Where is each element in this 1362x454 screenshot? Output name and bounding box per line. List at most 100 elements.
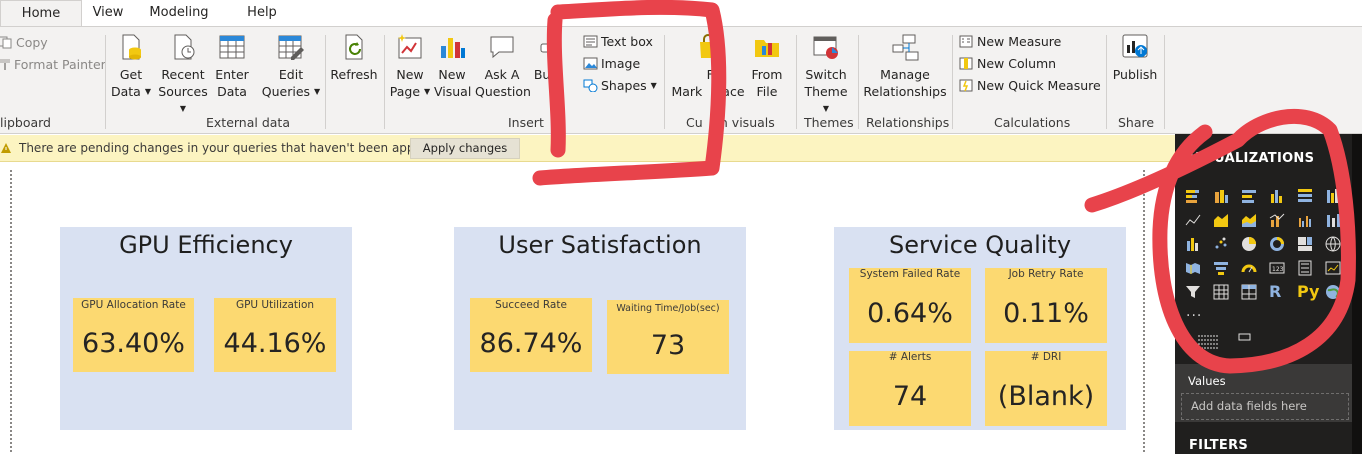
from-marketplace-button[interactable]: Fro Mark ace — [670, 33, 746, 100]
ribbon-separator — [105, 35, 106, 129]
tab-home[interactable]: Home — [0, 0, 82, 26]
refresh-button[interactable]: Refresh — [328, 33, 380, 83]
buttons-button[interactable]: Butt — [532, 33, 562, 83]
gpu-efficiency-panel[interactable]: GPU Efficiency GPU Allocation Rate 63.40… — [60, 227, 352, 430]
ribbon-separator — [1106, 35, 1107, 129]
table-icon[interactable] — [1213, 284, 1229, 300]
format-paint-roller-icon[interactable] — [1237, 332, 1253, 348]
tab-help[interactable]: Help — [240, 0, 284, 26]
new-page-button[interactable]: New Page ▼ — [388, 33, 432, 100]
card-label: System Failed Rate — [859, 268, 961, 280]
card-label: GPU Utilization — [235, 299, 315, 311]
arcgis-map-icon[interactable] — [1325, 284, 1341, 300]
new-column-button[interactable]: New Column — [959, 54, 1056, 74]
pending-changes-bar: There are pending changes in your querie… — [0, 135, 1175, 162]
kpi-card[interactable]: # Alerts 74 — [849, 351, 971, 426]
kpi-icon[interactable] — [1325, 260, 1341, 276]
from-marketplace-label-1: Fro — [706, 67, 726, 82]
clustered-column-icon[interactable] — [1297, 188, 1313, 204]
get-data-button[interactable]: Get Data ▼ — [111, 33, 151, 100]
waterfall-icon[interactable] — [1185, 236, 1201, 252]
card-icon[interactable]: 123 — [1269, 260, 1285, 276]
stacked-bar-icon[interactable] — [1185, 188, 1201, 204]
area-icon[interactable] — [1213, 212, 1229, 228]
funnel-icon[interactable] — [1213, 260, 1229, 276]
kpi-card[interactable]: Job Retry Rate 0.11% — [985, 268, 1107, 343]
edit-queries-button[interactable]: Edit Queries ▼ — [261, 33, 321, 100]
stacked-column-icon[interactable] — [1269, 188, 1285, 204]
format-painter-button[interactable]: Format Painter — [0, 55, 106, 75]
from-marketplace-label-2: Mark — [671, 84, 703, 99]
switch-theme-button[interactable]: Switch Theme ▼ — [800, 33, 852, 117]
report-canvas[interactable]: GPU Efficiency GPU Allocation Rate 63.40… — [0, 162, 1175, 454]
filters-header[interactable]: FILTERS — [1189, 438, 1248, 453]
copy-button[interactable]: Copy — [0, 33, 48, 53]
donut-icon[interactable] — [1269, 236, 1285, 252]
collapse-pane-icon[interactable]: › — [1337, 149, 1342, 164]
from-file-button[interactable]: From File — [750, 33, 784, 100]
manage-relationships-button[interactable]: Manage Relationships — [863, 33, 947, 100]
new-column-label: New Column — [977, 56, 1057, 71]
user-satisfaction-panel[interactable]: User Satisfaction Succeed Rate 86.74% Wa… — [454, 227, 746, 430]
quick-measure-icon — [959, 79, 973, 92]
card-value: 74 — [892, 381, 928, 412]
card-value: 0.11% — [1003, 298, 1089, 329]
text-box-button[interactable]: Text box — [583, 32, 653, 52]
map-icon[interactable] — [1325, 236, 1341, 252]
add-data-fields-dropzone[interactable]: Add data fields here — [1181, 393, 1349, 420]
enter-data-label-2: Data — [217, 84, 247, 99]
more-visuals-icon[interactable]: ... — [1186, 304, 1202, 320]
share-group-label: Share — [1118, 115, 1155, 130]
slicer-icon[interactable] — [1185, 284, 1201, 300]
relationships-group-label: Relationships — [866, 115, 950, 130]
home-ribbon: Copy Format Painter lipboard Get Data ▼ … — [0, 26, 1362, 134]
recent-sources-button[interactable]: Recent Sources ▼ — [155, 33, 211, 117]
ask-a-question-button[interactable]: Ask A Question — [475, 33, 531, 100]
svg-text:123: 123 — [1272, 266, 1284, 273]
multi-row-card-icon[interactable] — [1297, 260, 1313, 276]
scatter-icon[interactable] — [1213, 236, 1229, 252]
line-column-icon[interactable] — [1269, 212, 1285, 228]
matrix-icon[interactable] — [1241, 284, 1257, 300]
gauge-icon[interactable] — [1241, 260, 1257, 276]
tab-modeling[interactable]: Modeling — [141, 0, 217, 26]
image-button[interactable]: Image — [583, 54, 640, 74]
tab-view[interactable]: View — [86, 0, 130, 26]
format-painter-icon — [0, 59, 10, 70]
treemap-icon[interactable] — [1297, 236, 1313, 252]
dropdown-caret-icon: ▼ — [179, 104, 187, 113]
filled-map-icon[interactable] — [1185, 260, 1201, 276]
kpi-card[interactable]: Succeed Rate 86.74% — [470, 298, 592, 372]
pie-icon[interactable] — [1241, 236, 1257, 252]
r-visual-icon[interactable]: R — [1269, 284, 1281, 300]
kpi-card[interactable]: Waiting Time/Job(sec) 73 — [607, 300, 729, 374]
ribbon-separator — [325, 35, 326, 129]
ribbon-icon[interactable] — [1325, 212, 1341, 228]
100-column-icon[interactable] — [1325, 188, 1341, 204]
kpi-card[interactable]: System Failed Rate 0.64% — [849, 268, 971, 343]
enter-data-button[interactable]: Enter Data — [213, 33, 251, 100]
publish-button[interactable]: Publish — [1111, 33, 1159, 83]
clustered-bar-icon[interactable] — [1213, 188, 1229, 204]
kpi-card[interactable]: GPU Utilization 44.16% — [214, 298, 336, 372]
calculator-icon — [959, 35, 973, 48]
text-box-icon — [583, 35, 598, 48]
new-quick-measure-button[interactable]: New Quick Measure — [959, 76, 1101, 96]
stacked-area-icon[interactable] — [1241, 212, 1257, 228]
python-visual-icon[interactable]: Py — [1297, 284, 1319, 300]
new-measure-button[interactable]: New Measure — [959, 32, 1061, 52]
kpi-card[interactable]: # DRI (Blank) — [985, 351, 1107, 426]
fields-well-icon[interactable] — [1197, 334, 1219, 352]
service-quality-panel[interactable]: Service Quality System Failed Rate 0.64%… — [834, 227, 1126, 430]
card-label: GPU Allocation Rate — [81, 299, 186, 311]
apply-changes-button[interactable]: Apply changes — [410, 138, 520, 159]
dropdown-caret-icon: ▼ — [144, 87, 151, 96]
new-visual-button[interactable]: New Visual — [434, 33, 471, 100]
line-clustered-column-icon[interactable] — [1297, 212, 1313, 228]
kpi-card[interactable]: GPU Allocation Rate 63.40% — [73, 298, 194, 372]
100-bar-icon[interactable] — [1241, 188, 1257, 204]
marketplace-bag-icon — [700, 34, 716, 58]
line-icon[interactable] — [1185, 212, 1201, 228]
shapes-button[interactable]: Shapes ▼ — [583, 76, 657, 96]
card-label: Job Retry Rate — [1008, 268, 1084, 280]
